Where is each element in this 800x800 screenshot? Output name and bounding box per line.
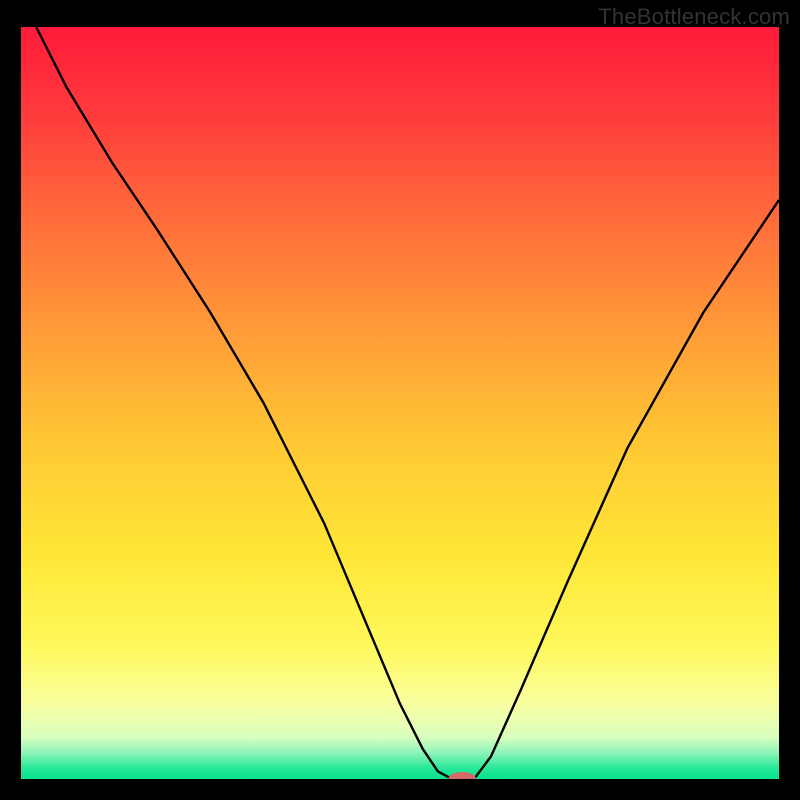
bottleneck-chart <box>0 0 800 800</box>
optimal-marker <box>448 772 476 786</box>
plot-background <box>21 27 779 779</box>
chart-frame: TheBottleneck.com <box>0 0 800 800</box>
